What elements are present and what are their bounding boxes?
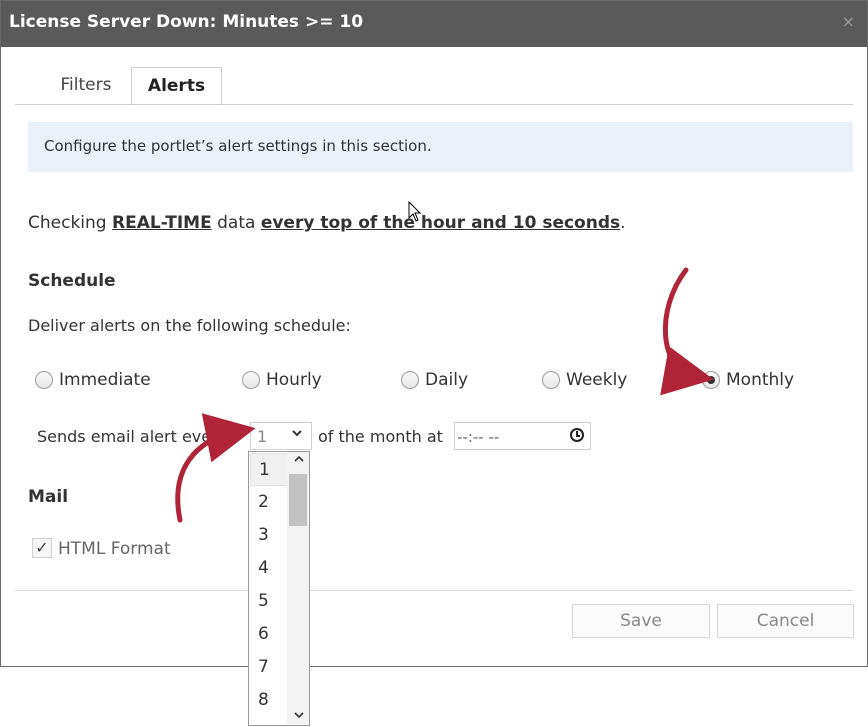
sends-label: Sends email alert every — [37, 427, 228, 446]
mail-heading: Mail — [28, 487, 69, 507]
tab-alerts[interactable]: Alerts — [131, 67, 222, 106]
info-text: Configure the portlet’s alert settings i… — [44, 137, 432, 155]
radio-label: Daily — [425, 370, 469, 390]
data-mode-link[interactable]: REAL-TIME — [112, 213, 212, 233]
radio-hourly[interactable]: Hourly — [242, 369, 322, 391]
clock-icon[interactable] — [570, 428, 584, 442]
radio-circle-selected[interactable] — [702, 371, 720, 389]
html-format-checkbox[interactable]: ✓ — [32, 538, 52, 558]
radio-circle[interactable] — [35, 371, 53, 389]
time-input[interactable]: --:-- -- — [454, 422, 591, 450]
schedule-description: Deliver alerts on the following schedule… — [28, 316, 351, 335]
dropdown-option[interactable]: 5 — [250, 585, 288, 618]
tab-divider — [15, 104, 853, 105]
radio-label: Monthly — [726, 370, 795, 390]
dropdown-option[interactable]: 2 — [250, 486, 288, 519]
alert-dialog: License Server Down: Minutes >= 10 × Fil… — [0, 0, 868, 667]
close-icon[interactable]: × — [842, 12, 855, 31]
mouse-cursor-icon — [408, 201, 422, 222]
scroll-up-icon[interactable] — [293, 452, 305, 469]
info-box: Configure the portlet’s alert settings i… — [28, 122, 853, 172]
radio-circle[interactable] — [401, 371, 419, 389]
tab-filters[interactable]: Filters — [45, 67, 127, 104]
day-of-month-select[interactable]: 1 — [250, 422, 312, 450]
scrollbar-thumb[interactable] — [289, 474, 307, 526]
radio-daily[interactable]: Daily — [401, 369, 468, 391]
html-format-label: HTML Format — [58, 539, 171, 559]
scroll-down-icon[interactable] — [293, 708, 305, 725]
checking-middle: data — [211, 213, 261, 233]
checking-prefix: Checking — [28, 213, 112, 233]
dropdown-option[interactable]: 7 — [250, 651, 288, 684]
day-dropdown-list[interactable]: 1 2 3 4 5 6 7 8 — [248, 451, 310, 726]
chevron-down-icon[interactable] — [291, 427, 303, 443]
footer-divider — [15, 590, 853, 591]
radio-circle[interactable] — [542, 371, 560, 389]
dropdown-option[interactable]: 6 — [250, 618, 288, 651]
of-month-label: of the month at — [318, 427, 443, 446]
radio-weekly[interactable]: Weekly — [542, 369, 627, 391]
radio-immediate[interactable]: Immediate — [35, 369, 151, 391]
dropdown-option[interactable]: 8 — [250, 684, 288, 717]
dropdown-scrollbar[interactable] — [287, 452, 309, 725]
day-value: 1 — [257, 427, 268, 446]
dropdown-option[interactable]: 4 — [250, 552, 288, 585]
time-value: --:-- -- — [457, 428, 500, 446]
radio-label: Immediate — [59, 370, 151, 390]
radio-label: Weekly — [566, 370, 628, 390]
save-button[interactable]: Save — [572, 604, 710, 638]
radio-circle[interactable] — [242, 371, 260, 389]
schedule-heading: Schedule — [28, 271, 116, 291]
radio-label: Hourly — [266, 370, 322, 390]
dropdown-option[interactable]: 1 — [250, 453, 288, 486]
dialog-title: License Server Down: Minutes >= 10 — [9, 12, 364, 32]
dialog-titlebar[interactable]: License Server Down: Minutes >= 10 × — [1, 1, 867, 47]
checking-summary: Checking REAL-TIME data every top of the… — [28, 213, 626, 233]
radio-monthly[interactable]: Monthly — [702, 369, 794, 391]
dropdown-option[interactable]: 3 — [250, 519, 288, 552]
checking-suffix: . — [620, 213, 626, 233]
frequency-link[interactable]: every top of the hour and 10 seconds — [261, 213, 620, 233]
cancel-button[interactable]: Cancel — [717, 604, 854, 638]
